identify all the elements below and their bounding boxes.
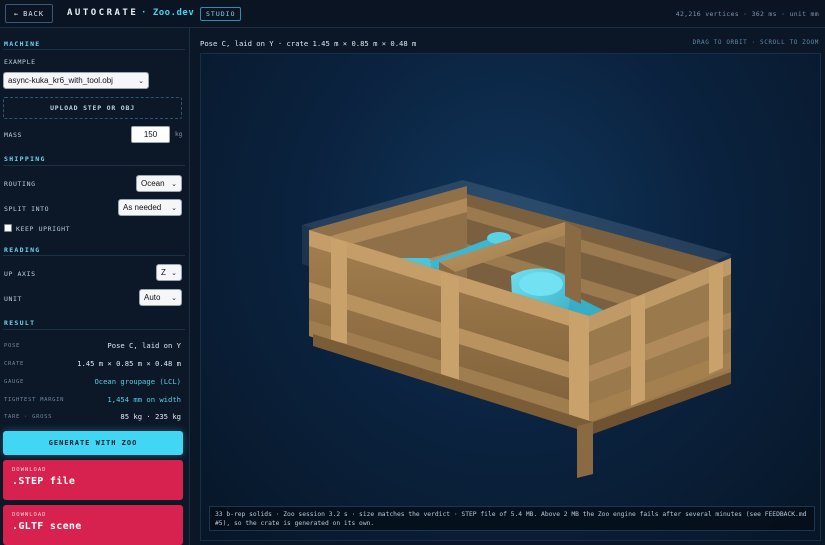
routing-select-value: Ocean <box>141 179 165 188</box>
result-value-gauge: Ocean groupage (LCL) <box>94 377 181 386</box>
result-value-crate: 1.45 m × 0.85 m × 0.48 m <box>77 359 181 368</box>
section-title-machine: MACHINE <box>4 40 41 48</box>
crate-render <box>302 180 731 478</box>
mass-input[interactable]: 150 <box>131 126 170 143</box>
result-value-tare: 85 kg · 235 kg <box>120 412 181 421</box>
mass-unit: kg <box>175 131 183 138</box>
result-label-pose: POSE <box>4 343 21 349</box>
split-select-value: As needed <box>123 203 162 212</box>
result-value-pose: Pose C, laid on Y <box>107 341 181 350</box>
example-select[interactable]: async-kuka_kr6_with_tool.obj ⌄ <box>3 72 149 89</box>
chevron-down-icon: ⌄ <box>171 204 177 212</box>
result-label-tare: TARE · GROSS <box>4 414 53 420</box>
routing-label: ROUTING <box>4 180 36 188</box>
download-gltf-caption: DOWNLOAD <box>12 512 47 518</box>
up-axis-label: UP AXIS <box>4 270 36 278</box>
divider <box>3 329 185 330</box>
result-label-gauge: GAUGE <box>4 379 25 385</box>
section-title-shipping: SHIPPING <box>4 155 46 163</box>
download-step-caption: DOWNLOAD <box>12 467 47 473</box>
result-label-crate: CRATE <box>4 361 25 367</box>
download-gltf-label: .GLTF scene <box>12 521 82 532</box>
unit-select-value: Auto <box>144 293 161 302</box>
split-label: SPLIT INTO <box>4 205 50 213</box>
back-button[interactable]: ← BACK <box>5 4 53 23</box>
download-step-label: .STEP file <box>12 476 76 487</box>
chevron-down-icon: ⌄ <box>171 294 177 302</box>
split-select[interactable]: As needed ⌄ <box>118 199 182 216</box>
upload-dropzone[interactable]: UPLOAD STEP OR OBJ <box>3 97 182 119</box>
example-select-value: async-kuka_kr6_with_tool.obj <box>8 76 113 85</box>
back-label: BACK <box>23 9 45 18</box>
section-title-reading: READING <box>4 246 41 254</box>
studio-badge[interactable]: STUDIO <box>200 7 242 21</box>
example-label: EXAMPLE <box>4 58 36 66</box>
chevron-down-icon: ⌄ <box>171 180 177 188</box>
render-stats: 42,216 vertices · 362 ms · unit mm <box>675 10 819 18</box>
section-title-result: RESULT <box>4 319 36 327</box>
result-value-margin: 1,454 mm on width <box>107 395 181 404</box>
download-step-button[interactable]: DOWNLOAD .STEP file <box>3 460 183 500</box>
viewport-hint: DRAG TO ORBIT · SCROLL TO ZOOM <box>692 39 819 46</box>
unit-select[interactable]: Auto ⌄ <box>139 289 182 306</box>
generate-button[interactable]: GENERATE WITH ZOO <box>3 431 183 455</box>
viewport-caption: 33 b-rep solids · Zoo session 3.2 s · si… <box>209 506 815 531</box>
routing-select[interactable]: Ocean ⌄ <box>136 175 182 192</box>
divider <box>3 165 185 166</box>
chevron-down-icon: ⌄ <box>138 77 144 85</box>
up-axis-select[interactable]: Z ⌄ <box>156 264 182 281</box>
mass-label: MASS <box>4 131 23 139</box>
result-label-margin: TIGHTEST MARGIN <box>4 397 65 403</box>
chevron-down-icon: ⌄ <box>171 269 177 277</box>
keep-upright-label: KEEP UPRIGHT <box>16 225 71 233</box>
3d-viewport[interactable] <box>200 53 821 541</box>
app-title: AUTOCRATE <box>67 8 139 18</box>
divider <box>3 49 185 50</box>
arrow-left-icon: ← <box>13 9 20 18</box>
download-gltf-button[interactable]: DOWNLOAD .GLTF scene <box>3 505 183 545</box>
divider <box>3 255 185 256</box>
top-bar: ← BACK AUTOCRATE · Zoo.dev STUDIO 42,216… <box>0 0 825 28</box>
keep-upright-checkbox[interactable] <box>4 224 12 232</box>
app-subtitle: · Zoo.dev <box>141 8 195 18</box>
sidebar: MACHINE EXAMPLE async-kuka_kr6_with_tool… <box>0 28 190 545</box>
viewport-heading: Pose C, laid on Y · crate 1.45 m × 0.85 … <box>200 39 417 48</box>
up-axis-select-value: Z <box>161 268 166 277</box>
unit-label: UNIT <box>4 295 23 303</box>
